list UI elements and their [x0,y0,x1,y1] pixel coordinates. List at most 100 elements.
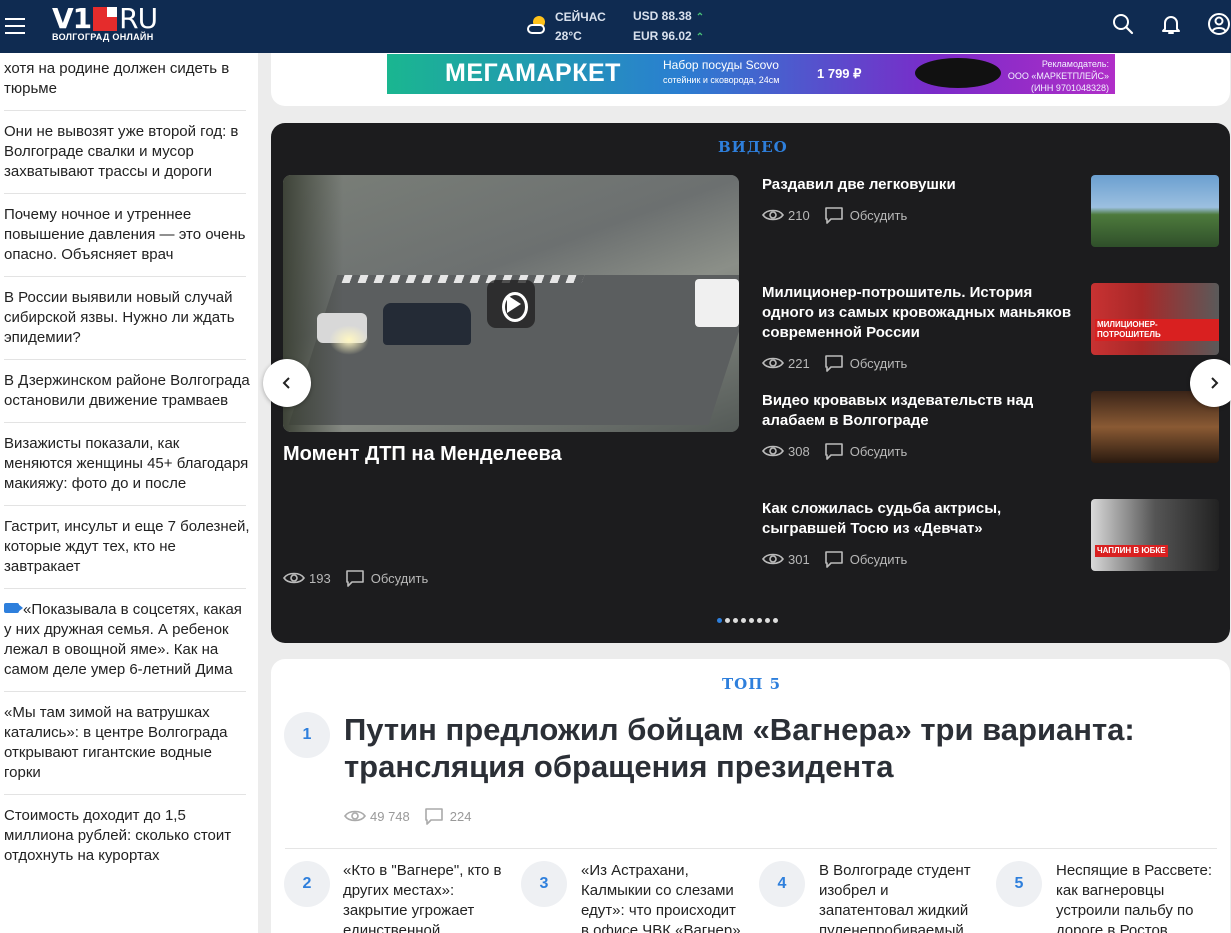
logo-subtitle: ВОЛГОГРАД ОНЛАЙН [52,32,154,42]
carousel-dot[interactable] [733,618,738,623]
eye-icon [762,445,784,457]
weather-widget[interactable]: СЕЙЧАС 28°C [527,8,606,46]
divider [4,505,246,506]
top5-section-title[interactable]: ТОП 5 [722,675,781,693]
video-item-meta: 308 Обсудить [762,442,907,460]
comment-icon [824,207,843,224]
video-item-title[interactable]: Раздавил две легковушки [762,175,1080,195]
eye-icon [283,572,305,584]
top-article-title[interactable]: Путин предложил бойцам «Вагнера» три вар… [344,711,1174,785]
news-item[interactable]: хотя на родине должен сидеть в тюрьме [0,59,258,99]
eur-rate: EUR 96.02 [633,29,692,43]
comments-count[interactable]: 224 [450,809,472,824]
carousel-dot[interactable] [741,618,746,623]
top-article-title[interactable]: «Кто в "Вагнере", кто в других местах»: … [343,861,505,933]
news-item[interactable]: Гастрит, инсульт и еще 7 болезней, котор… [0,517,258,577]
megamarket-banner[interactable]: МЕГАМАРКЕТ Набор посуды Scovo сотейник и … [387,54,1115,94]
top5-section: ТОП 5 1 Путин предложил бойцам «Вагнера»… [271,659,1230,933]
ad-card: МЕГАМАРКЕТ Набор посуды Scovo сотейник и … [271,46,1230,106]
video-item-thumbnail[interactable] [1091,175,1219,247]
carousel-dot[interactable] [717,618,722,623]
carousel-dot[interactable] [749,618,754,623]
weather-temp: 28°C [555,29,582,43]
video-item-title[interactable]: Милиционер-потрошитель. История одного и… [762,283,1080,343]
divider [4,588,246,589]
views-count: 221 [788,355,810,371]
carousel-next-button[interactable] [1190,359,1231,407]
rank-badge: 4 [759,861,805,907]
discuss-link[interactable]: Обсудить [850,208,908,223]
news-item[interactable]: В Дзержинском районе Волгограда останови… [0,371,258,411]
ad-product-sub: сотейник и сковорода, 24см [663,75,780,85]
news-item[interactable]: Визажисты показали, как меняются женщины… [0,434,258,494]
rank-badge: 3 [521,861,567,907]
carousel-dot[interactable] [765,618,770,623]
carousel-dot[interactable] [725,618,730,623]
divider [4,359,246,360]
top-article-title[interactable]: В Волгограде студент изобрел и запатенто… [819,861,981,933]
weather-label: СЕЙЧАС [555,10,606,24]
video-section-title[interactable]: ВИДЕО [718,138,788,156]
eye-icon [344,810,366,822]
discuss-link[interactable]: Обсудить [850,552,908,567]
news-item-text: «Показывала в соцсетях, какая у них друж… [4,601,242,678]
news-item[interactable]: Стоимость доходит до 1,5 миллиона рублей… [0,806,258,866]
ad-product: Набор посуды Scovo [663,58,779,72]
discuss-link[interactable]: Обсудить [850,356,908,371]
currency-rates[interactable]: USD 88.38 ⌃ EUR 96.02 ⌃ [633,7,704,47]
views-count: 193 [309,570,331,586]
thumbnail-caption: ЧАПЛИН В ЮБКЕ [1095,545,1168,557]
usd-rate: USD 88.38 [633,9,692,23]
divider [285,848,1217,849]
chevron-left-icon [282,377,290,389]
video-item-thumbnail[interactable]: ЧАПЛИН В ЮБКЕ [1091,499,1219,571]
ad-price: 1 799 ₽ [817,66,862,81]
comment-icon [424,808,443,825]
views-count: 301 [788,551,810,567]
video-item-meta: 221 Обсудить [762,354,907,372]
ad-legal-line: ООО «МАРКЕТПЛЕЙС» [1007,71,1109,81]
top-article-title[interactable]: «Из Астрахани, Калмыкии со слезами едут»… [581,861,743,933]
top-article-meta: 49 748 224 [344,807,471,825]
weather-cloud-sun-icon [527,16,549,38]
search-icon[interactable] [1111,12,1135,36]
site-logo[interactable]: V1 RU ВОЛГОГРАД ОНЛАЙН [52,4,158,43]
video-item-title[interactable]: Как сложилась судьба актрисы, сыгравшей … [762,499,1080,539]
main-video-thumbnail[interactable] [283,175,739,432]
carousel-dot[interactable] [773,618,778,623]
news-item[interactable]: В России выявили новый случай сибирской … [0,288,258,348]
discuss-link[interactable]: Обсудить [371,571,429,586]
top-article-title[interactable]: Неспящие в Рассвете: как вагнеровцы устр… [1056,861,1218,933]
carousel-prev-button[interactable] [263,359,311,407]
video-item-title[interactable]: Видео кровавых издевательств над алабаем… [762,391,1080,431]
rank-badge: 2 [284,861,330,907]
divider [4,794,246,795]
video-item-meta: 301 Обсудить [762,550,907,568]
news-feed-sidebar: хотя на родине должен сидеть в тюрьме Он… [0,53,258,933]
bell-icon[interactable] [1159,12,1183,36]
logo-mark [93,7,118,31]
eye-icon [762,357,784,369]
ad-brand: МЕГАМАРКЕТ [445,59,621,87]
divider [4,193,246,194]
ad-legal-line: Рекламодатель: [1041,59,1109,69]
menu-icon[interactable] [5,18,25,34]
carousel-dots [717,618,781,623]
main-video-title[interactable]: Момент ДТП на Менделеева [283,443,562,466]
carousel-dot[interactable] [757,618,762,623]
ad-legal-line: (ИНН 9701048328) [1030,83,1109,93]
discuss-link[interactable]: Обсудить [850,444,908,459]
news-item-video[interactable]: «Показывала в соцсетях, какая у них друж… [0,600,258,680]
news-item[interactable]: Почему ночное и утреннее повышение давле… [0,205,258,265]
news-item[interactable]: Они не вывозят уже второй год: в Волгогр… [0,122,258,182]
user-icon[interactable] [1207,12,1231,36]
divider [4,276,246,277]
views-count: 49 748 [370,808,410,824]
play-icon[interactable] [487,280,535,328]
video-camera-icon [4,603,23,613]
eye-icon [762,209,784,221]
views-count: 210 [788,207,810,223]
video-item-thumbnail[interactable]: МИЛИЦИОНЕР-ПОТРОШИТЕЛЬ [1091,283,1219,355]
news-item[interactable]: «Мы там зимой на ватрушках катались»: в … [0,703,258,783]
thumbnail-caption: МИЛИЦИОНЕР-ПОТРОШИТЕЛЬ [1095,319,1219,341]
